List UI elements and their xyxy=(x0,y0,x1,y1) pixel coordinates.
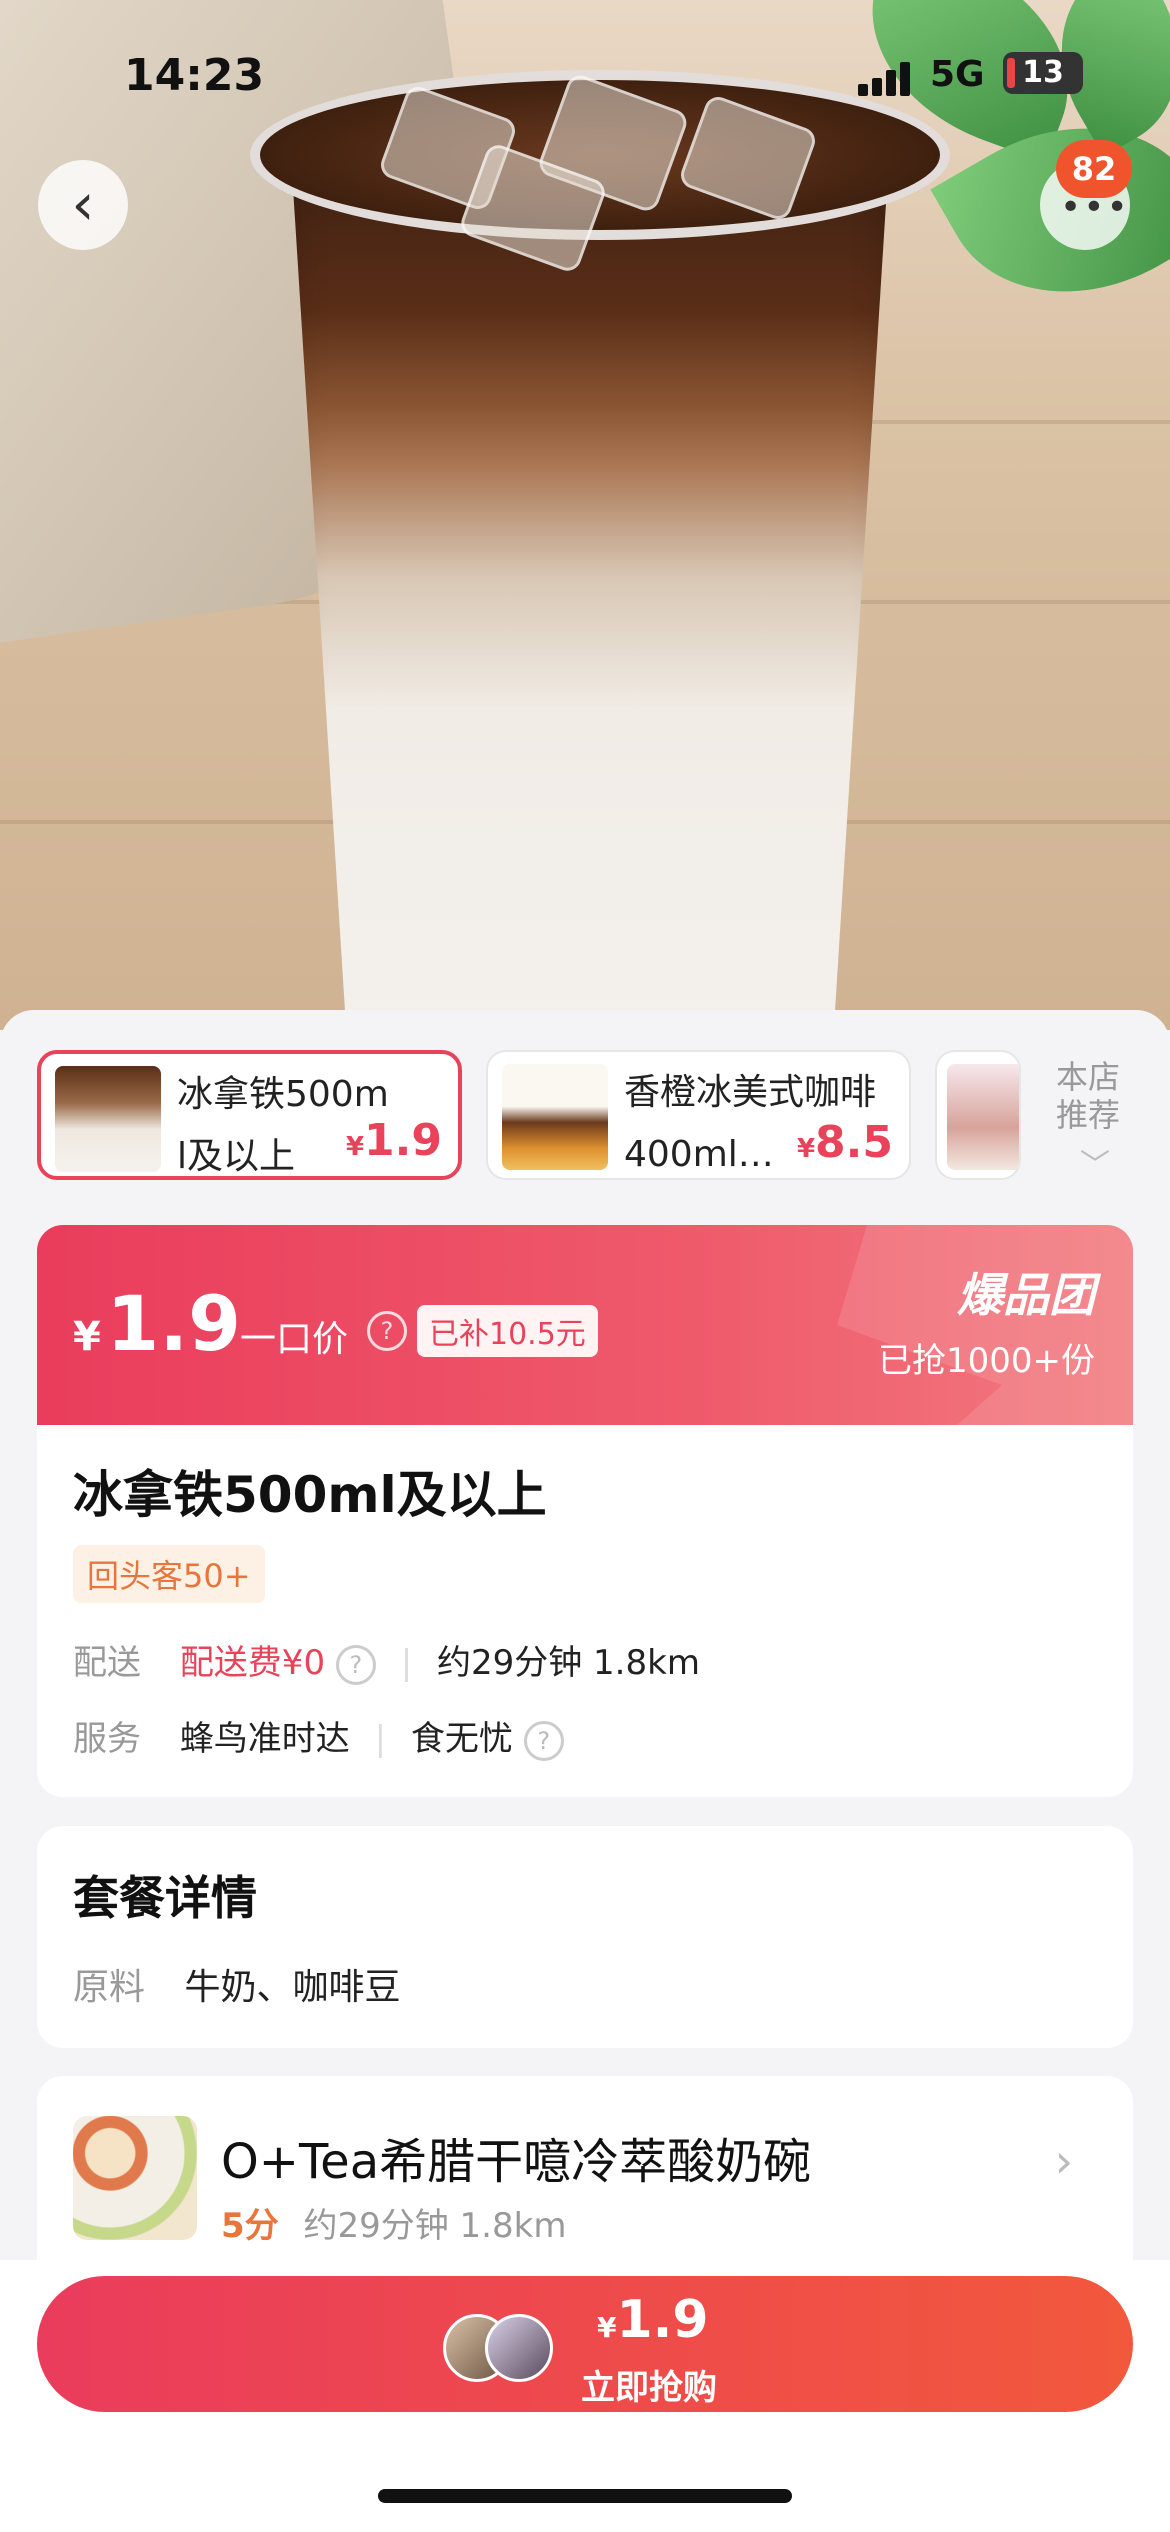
price-symbol: ¥ xyxy=(597,2311,617,2344)
shop-name: O+Tea希腊干噫冷萃酸奶碗 xyxy=(221,2134,812,2190)
service-label: 服务 xyxy=(73,1719,141,1759)
avatar xyxy=(485,2314,553,2382)
notification-badge: 82 xyxy=(1056,140,1132,198)
product-thumbnail xyxy=(55,1066,161,1172)
divider: | xyxy=(374,1719,387,1759)
deal-banner: ¥ 1.9 一口价 ? 已补10.5元 爆品团 已抢1000+份 xyxy=(37,1225,1133,1425)
deal-price: ¥ 1.9 xyxy=(73,1279,241,1368)
price-value: 1.9 xyxy=(364,1115,442,1166)
product-thumbnail xyxy=(947,1064,1019,1170)
network-type: 5G xyxy=(930,54,985,95)
product-hero-image xyxy=(0,0,1170,1030)
buy-label: 立即抢购 xyxy=(581,2368,717,2408)
product-info-card: 冰拿铁500ml及以上 回头客50+ 配送 配送费¥0 ? | 约29分钟 1.… xyxy=(37,1425,1133,1797)
product-tabs: 冰拿铁500m l及以上 ¥1.9 香橙冰美式咖啡 400ml… ¥8.5 本店… xyxy=(0,1050,1170,1190)
product-tab-iced-latte[interactable]: 冰拿铁500m l及以上 ¥1.9 xyxy=(37,1050,462,1180)
product-tab-partial[interactable] xyxy=(935,1050,1021,1180)
chevron-down-icon: ﹀ xyxy=(1080,1148,1110,1183)
price-value: 1.9 xyxy=(616,2290,709,2350)
buy-price: ¥1.9 xyxy=(597,2290,709,2350)
price-symbol: ¥ xyxy=(345,1132,365,1162)
sold-count: 已抢1000+份 xyxy=(877,1341,1095,1381)
battery-icon: 13 xyxy=(1003,52,1083,94)
help-icon[interactable]: ? xyxy=(367,1311,407,1351)
shop-eta: 约29分钟 1.8km xyxy=(303,2206,567,2246)
price-symbol: ¥ xyxy=(796,1134,816,1164)
shop-meta: 5分 约29分钟 1.8km xyxy=(221,2198,566,2247)
service-row: 服务 蜂鸟准时达 | 食无忧 ? xyxy=(73,1711,564,1761)
returning-customer-badge: 回头客50+ xyxy=(73,1545,265,1603)
brand-label: 爆品团 xyxy=(957,1268,1095,1322)
status-time: 14:23 xyxy=(124,50,265,101)
subsidy-badge: 已补10.5元 xyxy=(417,1305,598,1357)
delivery-row: 配送 配送费¥0 ? | 约29分钟 1.8km xyxy=(73,1635,700,1685)
price-value: 1.9 xyxy=(106,1279,242,1368)
iced-latte-cup xyxy=(250,70,950,1030)
divider: | xyxy=(400,1643,413,1683)
back-button[interactable]: ‹ xyxy=(38,160,128,250)
product-name: 冰拿铁500ml及以上 xyxy=(73,1466,547,1524)
ingredients-value: 牛奶、咖啡豆 xyxy=(184,1967,401,2008)
section-title: 套餐详情 xyxy=(73,1871,257,1925)
buy-now-button[interactable]: ¥1.9 立即抢购 xyxy=(37,2276,1133,2412)
delivery-label: 配送 xyxy=(73,1643,141,1683)
cup-body xyxy=(290,140,890,1030)
service-item: 蜂鸟准时达 xyxy=(179,1719,350,1759)
shop-score: 5分 xyxy=(221,2206,279,2246)
signal-icon xyxy=(858,60,918,96)
price-label: 一口价 xyxy=(240,1319,349,1360)
chevron-left-icon: ‹ xyxy=(71,170,95,238)
store-recommend-button[interactable]: 本店 推荐 xyxy=(1056,1058,1136,1134)
bottom-buy-bar: ¥1.9 立即抢购 xyxy=(0,2260,1170,2532)
price-symbol: ¥ xyxy=(73,1314,101,1360)
deal-arrow-decoration xyxy=(837,1225,1133,1425)
shop-logo xyxy=(73,2116,197,2240)
product-tab-price: ¥1.9 xyxy=(346,1115,442,1166)
delivery-fee: 配送费¥0 xyxy=(179,1643,326,1683)
ingredients-label: 原料 xyxy=(73,1967,146,2008)
package-details-card: 套餐详情 原料 牛奶、咖啡豆 xyxy=(37,1826,1133,2048)
help-icon[interactable]: ? xyxy=(523,1720,564,1761)
status-bar: 14:23 5G 13 xyxy=(0,40,1170,120)
ingredients-row: 原料 牛奶、咖啡豆 xyxy=(73,1958,400,2010)
chevron-right-icon: › xyxy=(1054,2134,1073,2188)
delivery-eta: 约29分钟 1.8km xyxy=(436,1643,700,1683)
help-icon[interactable]: ? xyxy=(335,1644,376,1685)
home-indicator xyxy=(378,2489,792,2503)
product-tab-orange-americano[interactable]: 香橙冰美式咖啡 400ml… ¥8.5 xyxy=(486,1050,911,1180)
service-item: 食无忧 xyxy=(410,1719,513,1759)
price-value: 8.5 xyxy=(815,1117,893,1168)
more-dots-icon: ••• xyxy=(1060,187,1130,228)
battery-level: 13 xyxy=(1022,55,1064,90)
product-thumbnail xyxy=(502,1064,608,1170)
product-tab-price: ¥8.5 xyxy=(797,1117,893,1168)
